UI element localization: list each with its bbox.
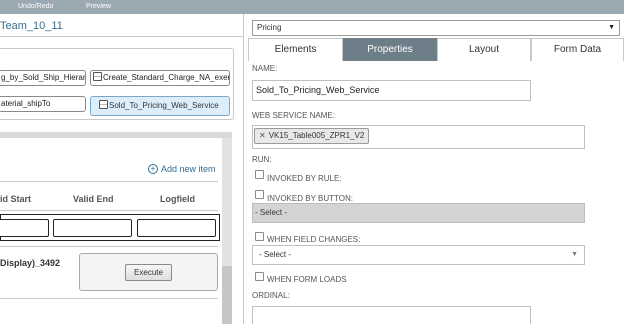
flow-node-selected[interactable]: Sold_To_Pricing_Web_Service: [90, 96, 230, 116]
web-service-name-label: WEB SERVICE NAME:: [252, 111, 335, 120]
ordinal-label: ORDINAL:: [252, 291, 290, 300]
node-label: Create_Standard_Charge_NA_exempt: [103, 73, 230, 82]
display-field-label: Display)_3492: [0, 258, 61, 268]
logfield-input[interactable]: [137, 219, 216, 237]
left-canvas-panel: Team_10_11 g_by_Sold_Ship_Hierarch Creat…: [0, 14, 244, 324]
flow-node[interactable]: aterial_shipTo: [0, 96, 86, 112]
divider: [0, 246, 218, 247]
tab-layout[interactable]: Layout: [437, 38, 531, 61]
when-form-loads-label: WHEN FORM LOADS: [267, 275, 347, 284]
form-selector-dropdown[interactable]: Pricing ▼: [252, 20, 620, 36]
when-form-loads-checkbox[interactable]: [255, 272, 264, 281]
invoked-by-button-label: INVOKED BY BUTTON:: [267, 194, 353, 203]
valid-end-input[interactable]: [53, 219, 132, 237]
run-label: RUN:: [252, 155, 272, 164]
invoked-by-button-checkbox[interactable]: [255, 190, 264, 199]
section-separator: [0, 132, 232, 138]
field-changes-select[interactable]: - Select - ▼: [252, 245, 585, 265]
invoked-by-rule-checkbox[interactable]: [255, 170, 264, 179]
divider: [0, 298, 218, 299]
name-label: NAME:: [252, 64, 278, 73]
team-title: Team_10_11: [0, 20, 63, 32]
undo-redo-button[interactable]: Undo/Redo: [18, 3, 53, 10]
divider: [0, 36, 243, 37]
flow-node[interactable]: g_by_Sold_Ship_Hierarch: [0, 70, 86, 86]
invoked-by-button-select: - Select -: [252, 203, 585, 223]
preview-button[interactable]: Preview: [86, 3, 111, 10]
scrollbar-thumb[interactable]: [222, 266, 232, 324]
service-node-icon: [93, 72, 102, 81]
invoked-by-rule-label: INVOKED BY RULE:: [267, 174, 342, 183]
add-new-item-link[interactable]: + Add new item: [148, 164, 216, 174]
plus-circle-icon: +: [148, 164, 158, 174]
remove-x-icon[interactable]: ✕: [259, 131, 266, 140]
add-new-item-label: Add new item: [161, 164, 216, 174]
column-header-valid-start: id Start: [0, 194, 32, 204]
node-label: g_by_Sold_Ship_Hierarch: [1, 73, 86, 82]
when-field-changes-checkbox[interactable]: [255, 232, 264, 241]
column-header-logfield: Logfield: [160, 194, 195, 204]
node-label: Sold_To_Pricing_Web_Service: [109, 101, 219, 110]
web-service-tag-label: VK15_Table005_ZPR1_V2: [268, 131, 365, 140]
tab-elements[interactable]: Elements: [248, 38, 343, 61]
top-toolbar: Undo/Redo Preview: [0, 0, 624, 14]
divider: [0, 181, 218, 182]
valid-start-input[interactable]: [0, 219, 49, 237]
tab-bar: Elements Properties Layout Form Data: [248, 38, 624, 61]
service-node-icon: [99, 100, 108, 109]
tab-form-data[interactable]: Form Data: [531, 38, 624, 61]
web-service-tag[interactable]: ✕ VK15_Table005_ZPR1_V2: [254, 128, 370, 144]
when-field-changes-label: WHEN FIELD CHANGES:: [267, 235, 361, 244]
tab-properties[interactable]: Properties: [343, 38, 437, 61]
chevron-down-icon: ▼: [571, 251, 578, 258]
node-label: aterial_shipTo: [1, 99, 51, 108]
ordinal-input[interactable]: [252, 306, 531, 324]
column-header-valid-end: Valid End: [73, 194, 114, 204]
divider: [0, 210, 218, 211]
execute-button[interactable]: Execute: [125, 264, 172, 281]
properties-panel: Pricing ▼ Elements Properties Layout For…: [248, 14, 624, 324]
name-input[interactable]: Sold_To_Pricing_Web_Service: [252, 80, 531, 101]
dropdown-arrow-icon: ▼: [608, 24, 615, 31]
flow-node[interactable]: Create_Standard_Charge_NA_exempt: [90, 70, 230, 86]
field-changes-select-value: - Select -: [259, 250, 292, 259]
form-selector-value: Pricing: [257, 23, 282, 32]
